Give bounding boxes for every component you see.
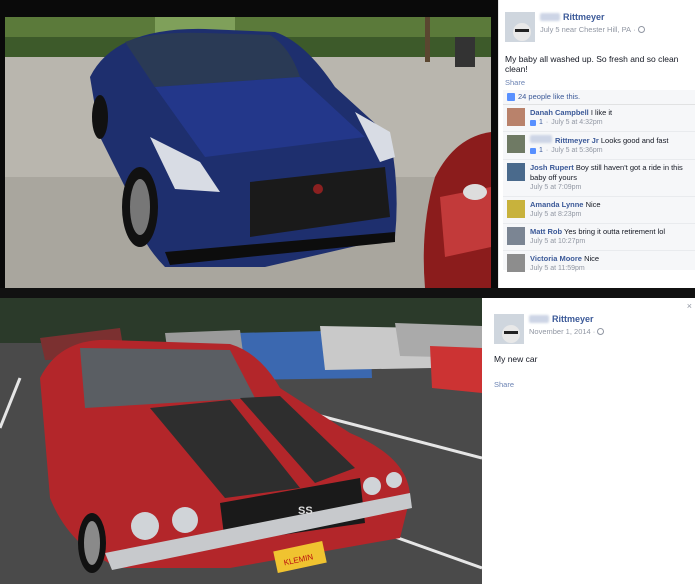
comment-item: Matt Rob Yes bring it outta retirement l… — [503, 224, 695, 251]
redacted-first-name — [540, 13, 560, 21]
comment-like-count[interactable]: 1 — [539, 118, 543, 128]
ss-badge: SS — [298, 505, 313, 517]
comment-avatar[interactable] — [507, 135, 525, 153]
post-2-author-name[interactable]: Rittmeyer — [529, 314, 604, 324]
comment-author[interactable]: Matt Rob — [530, 227, 562, 236]
likes-summary[interactable]: 24 people like this. — [503, 90, 695, 105]
red-car-image: KLEMIN SS — [0, 298, 482, 584]
like-thumb-icon — [507, 92, 515, 101]
comment-item: Amanda Lynne Nice July 5 at 8:23pm — [503, 197, 695, 224]
comment-avatar[interactable] — [507, 200, 525, 218]
likes-count[interactable]: 24 people like this. — [518, 92, 580, 101]
comment-meta: 1 · July 5 at 5:36pm — [530, 146, 668, 156]
avatar[interactable] — [494, 314, 524, 344]
comment-author[interactable]: Amanda Lynne — [530, 200, 583, 209]
author-last-name[interactable]: Rittmeyer — [563, 12, 605, 22]
comment-meta: July 5 at 7:09pm — [530, 183, 691, 193]
blue-car-image — [5, 17, 491, 288]
comment-time[interactable]: July 5 at 11:59pm — [530, 264, 585, 274]
comment-text: I like it — [590, 108, 613, 117]
like-thumb-icon[interactable] — [530, 148, 536, 154]
comment-item: Josh Rupert Boy still haven't got a ride… — [503, 160, 695, 197]
meta-separator: · — [633, 25, 636, 34]
share-link[interactable]: Share — [494, 380, 514, 389]
comment-avatar[interactable] — [507, 163, 525, 181]
post-1-photo[interactable] — [0, 0, 498, 288]
comment-item: Victoria Moore Nice July 5 at 11:59pm — [503, 251, 695, 277]
post-1-author-row: Rittmeyer July 5 near Chester Hill, PA · — [505, 12, 645, 42]
post-2-photo[interactable]: KLEMIN SS — [0, 298, 482, 584]
comment-meta: July 5 at 8:23pm — [530, 210, 601, 220]
close-icon[interactable]: × — [687, 301, 692, 311]
profile-photo-icon — [494, 314, 524, 344]
comment-author[interactable]: Rittmeyer Jr — [555, 136, 599, 145]
comment-time[interactable]: July 5 at 10:27pm — [530, 237, 585, 247]
globe-icon[interactable] — [597, 328, 605, 335]
comment-author[interactable]: Victoria Moore — [530, 254, 582, 263]
like-thumb-icon[interactable] — [530, 120, 536, 126]
post-2-panel: × Rittmeyer November 1, 2014 · My new ca… — [482, 298, 695, 584]
post-2-text: My new car — [494, 354, 538, 364]
comment-item: Rittmeyer Jr Looks good and fast 1 · Jul… — [503, 132, 695, 160]
comment-author[interactable]: Danah Campbell — [530, 108, 589, 117]
comment-text: Nice — [585, 200, 601, 209]
share-link[interactable]: Share — [505, 78, 525, 87]
comment-time[interactable]: July 5 at 8:23pm — [530, 210, 581, 220]
author-last-name[interactable]: Rittmeyer — [552, 314, 594, 324]
comment-meta: July 5 at 11:59pm — [530, 264, 599, 274]
post-1-meta: July 5 near Chester Hill, PA · — [540, 25, 645, 34]
comment-meta: 1 · July 5 at 4:32pm — [530, 118, 612, 128]
comment-time[interactable]: July 5 at 7:09pm — [530, 183, 581, 193]
photo-divider — [0, 288, 695, 298]
comment-time[interactable]: July 5 at 5:36pm — [551, 146, 602, 156]
comment-item: Danah Campbell I like it 1 · July 5 at 4… — [503, 105, 695, 132]
comment-author[interactable]: Josh Rupert — [530, 163, 574, 172]
avatar[interactable] — [505, 12, 535, 42]
post-location[interactable]: near Chester Hill, PA — [562, 25, 631, 34]
post-1-author-name[interactable]: Rittmeyer — [540, 12, 645, 22]
post-date[interactable]: July 5 — [540, 25, 560, 34]
redacted-first-name — [530, 135, 552, 143]
post-1-comments: 24 people like this. Danah Campbell I li… — [503, 90, 695, 272]
comment-avatar[interactable] — [507, 227, 525, 245]
comment-text: Looks good and fast — [600, 136, 669, 145]
post-1-text: My baby all washed up. So fresh and so c… — [505, 54, 679, 74]
post-2-author-row: Rittmeyer November 1, 2014 · — [494, 314, 605, 344]
profile-photo-icon — [505, 12, 535, 42]
post-2-meta: November 1, 2014 · — [529, 327, 605, 336]
redacted-first-name — [529, 315, 549, 323]
comment-avatar[interactable] — [507, 108, 525, 126]
comment-meta: July 5 at 10:27pm — [530, 237, 665, 247]
comment-avatar[interactable] — [507, 254, 525, 272]
globe-icon[interactable] — [637, 26, 645, 33]
comment-text: Nice — [584, 254, 600, 263]
comment-time[interactable]: July 5 at 4:32pm — [551, 118, 602, 128]
comment-like-count[interactable]: 1 — [539, 146, 543, 156]
comment-text: Yes bring it outta retirement lol — [564, 227, 666, 236]
post-date[interactable]: November 1, 2014 — [529, 327, 591, 336]
meta-separator: · — [592, 327, 596, 336]
